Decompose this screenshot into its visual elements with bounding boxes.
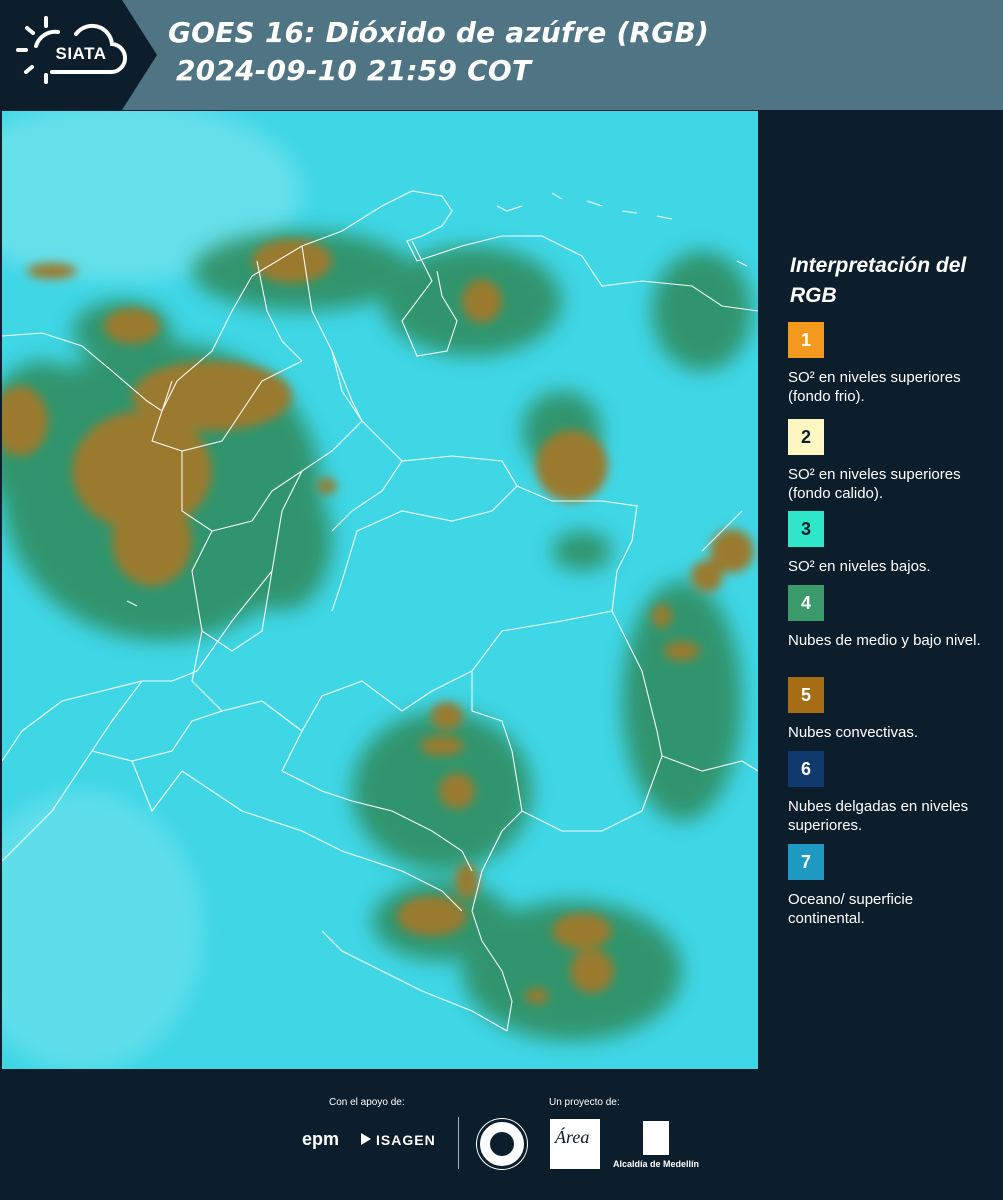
legend-title: Interpretación del RGB — [790, 254, 967, 307]
legend-number-1: 1 — [800, 329, 811, 350]
title-product: GOES 16: Dióxido de azúfre (RGB) — [168, 16, 710, 49]
legend-label-7: Oceano/ superficie continental. — [788, 891, 914, 927]
area-logo-text: Área — [555, 1127, 590, 1147]
isagen-mark-icon — [361, 1133, 371, 1145]
siata-logo: SIATA — [0, 0, 160, 110]
legend-label-3: SO² en niveles bajos. — [788, 558, 931, 575]
footer-bar: Con el apoyo de: Un proyecto de: epm ISA… — [0, 1069, 1003, 1200]
legend-label-4: Nubes de medio y bajo nivel. — [788, 632, 981, 649]
legend-swatch-6: 6 — [788, 751, 824, 787]
footer-divider — [458, 1117, 459, 1169]
legend-number-2: 2 — [800, 426, 811, 447]
title-timestamp: 2024-09-10 21:59 COT — [176, 54, 532, 87]
epm-logo: epm — [302, 1129, 340, 1149]
area-metropolitana-logo: Área — [550, 1119, 600, 1169]
legend-number-3: 3 — [800, 518, 811, 539]
legend-number-5: 5 — [800, 684, 811, 705]
alcaldia-shield-icon — [643, 1121, 669, 1155]
satellite-map — [2, 111, 758, 1069]
legend-swatch-1: 1 — [788, 322, 824, 358]
legend-item-4: 4 Nubes de medio y bajo nivel. — [788, 585, 993, 650]
legend-panel: Interpretación del RGB 1 SO² en niveles … — [758, 111, 1003, 1069]
legend-item-3: 3 SO² en niveles bajos. — [788, 511, 993, 576]
legend-item-1: 1 SO² en niveles superiores (fondo frio)… — [788, 322, 993, 406]
project-label: Un proyecto de: — [549, 1097, 620, 1108]
legend-item-6: 6 Nubes delgadas en niveles superiores. — [788, 751, 993, 835]
legend-number-4: 4 — [800, 592, 811, 613]
support-label: Con el apoyo de: — [329, 1097, 405, 1108]
page-title: GOES 16: Dióxido de azúfre (RGB) 2024-09… — [168, 14, 709, 90]
siata-logo-text: SIATA — [55, 44, 107, 63]
legend-label-1: SO² en niveles superiores (fondo frio). — [788, 369, 961, 405]
isagen-logo: ISAGEN — [376, 1132, 436, 1148]
legend-swatch-2: 2 — [788, 419, 824, 455]
legend-item-5: 5 Nubes convectivas. — [788, 677, 993, 742]
legend-swatch-3: 3 — [788, 511, 824, 547]
alcaldia-logo-text: Alcaldía de Medellín — [613, 1159, 700, 1169]
legend-swatch-7: 7 — [788, 844, 824, 880]
legend-number-7: 7 — [800, 851, 811, 872]
legend-label-5: Nubes convectivas. — [788, 724, 919, 741]
legend-swatch-4: 4 — [788, 585, 824, 621]
legend-label-6: Nubes delgadas en niveles superiores. — [788, 798, 969, 834]
header-bar: SIATA GOES 16: Dióxido de azúfre (RGB) 2… — [0, 0, 1003, 110]
legend-item-2: 2 SO² en niveles superiores (fondo calid… — [788, 419, 993, 503]
legend-item-7: 7 Oceano/ superficie continental. — [788, 844, 993, 928]
legend-label-2: SO² en niveles superiores (fondo calido)… — [788, 466, 961, 502]
rgb-composite-image — [2, 111, 758, 1069]
medellin-seal-icon — [477, 1119, 527, 1169]
legend-number-6: 6 — [800, 758, 811, 779]
legend-swatch-5: 5 — [788, 677, 824, 713]
